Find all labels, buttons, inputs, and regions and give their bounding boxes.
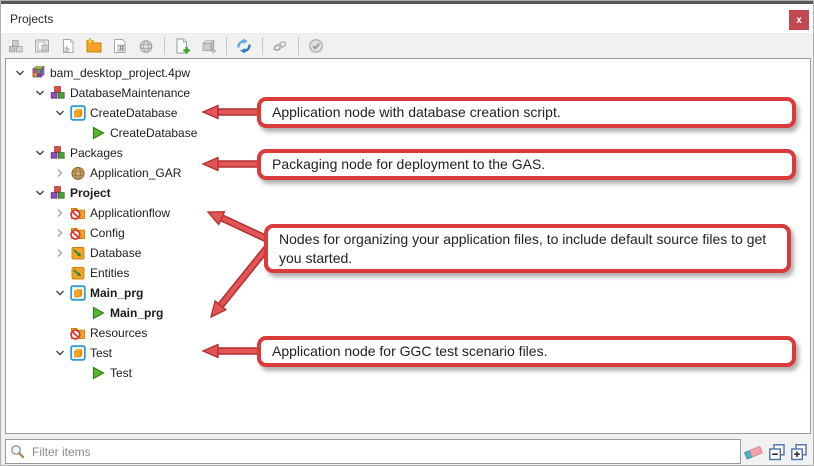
chevron-down-icon[interactable] [32, 85, 48, 101]
excluded-folder-icon [70, 225, 86, 241]
callout-create-database: Application node with database creation … [257, 97, 796, 128]
callout-test-scenario: Application node for GGC test scenario f… [257, 336, 796, 367]
application-node-icon [70, 285, 86, 301]
tree-item-label: Applicationflow [90, 206, 170, 220]
chevron-right-icon[interactable] [52, 245, 68, 261]
callout-organizing-nodes: Nodes for organizing your application fi… [264, 224, 791, 273]
source-folder-icon [70, 265, 86, 281]
tree-item-label: bam_desktop_project.4pw [50, 66, 190, 80]
expander-spacer [72, 365, 88, 381]
callout-packaging: Packaging node for deployment to the GAS… [257, 149, 796, 180]
add-file-icon[interactable] [172, 36, 192, 56]
excluded-folder-icon [70, 325, 86, 341]
chevron-down-icon[interactable] [52, 285, 68, 301]
group-node-icon [50, 145, 66, 161]
filter-input[interactable] [5, 439, 741, 464]
search-icon [10, 444, 25, 459]
new-from-template-icon[interactable] [58, 36, 78, 56]
clear-filter-eraser-icon[interactable] [743, 443, 765, 461]
panel-title: Projects [10, 12, 53, 26]
chevron-down-icon[interactable] [52, 105, 68, 121]
source-folder-icon [70, 245, 86, 261]
tree-item-label: Packages [70, 146, 123, 160]
callout-text: Application node with database creation … [272, 103, 561, 122]
tree-item-label: Entities [90, 266, 129, 280]
projects-panel: Projects x bam_desktop_project.4pw Datab… [0, 0, 814, 466]
expander-spacer [52, 325, 68, 341]
chevron-down-icon[interactable] [12, 65, 28, 81]
close-button[interactable]: x [789, 10, 809, 30]
tree-item-label: Test [110, 366, 132, 380]
tree-item-bam-desktop-project[interactable]: bam_desktop_project.4pw [6, 63, 810, 83]
group-node-icon [50, 185, 66, 201]
expander-spacer [72, 305, 88, 321]
tree-item-main-prg-program[interactable]: Main_prg [6, 303, 810, 323]
application-node-icon [70, 105, 86, 121]
filter-bar [5, 439, 741, 464]
tree-item-label: Application_GAR [90, 166, 181, 180]
expand-all-icon[interactable] [790, 443, 808, 461]
tree-item-main-prg[interactable]: Main_prg [6, 283, 810, 303]
tree-item-label: Config [90, 226, 125, 240]
chevron-right-icon[interactable] [52, 225, 68, 241]
link-icon[interactable] [270, 36, 290, 56]
tree-item-label: Project [70, 186, 111, 200]
tree-item-label: DatabaseMaintenance [70, 86, 190, 100]
new-virtual-folder-icon[interactable] [110, 36, 130, 56]
tree-item-label: Test [90, 346, 112, 360]
gar-package-icon [70, 165, 86, 181]
new-project-icon[interactable] [6, 36, 26, 56]
tree-item-label: Resources [90, 326, 147, 340]
expander-spacer [72, 125, 88, 141]
tree-item-label: CreateDatabase [90, 106, 177, 120]
chevron-down-icon[interactable] [32, 185, 48, 201]
projects-toolbar [1, 34, 813, 58]
panel-titlebar: Projects x [1, 4, 813, 34]
toolbar-separator [164, 37, 165, 55]
chevron-down-icon[interactable] [32, 145, 48, 161]
toolbar-separator [226, 37, 227, 55]
group-node-icon [50, 85, 66, 101]
chevron-right-icon[interactable] [52, 205, 68, 221]
new-package-icon[interactable] [136, 36, 156, 56]
chevron-down-icon[interactable] [52, 345, 68, 361]
callout-text: Application node for GGC test scenario f… [272, 342, 547, 361]
excluded-folder-icon [70, 205, 86, 221]
refresh-icon[interactable] [234, 36, 254, 56]
toolbar-separator [298, 37, 299, 55]
project-cube-icon [30, 65, 46, 81]
validate-icon[interactable] [306, 36, 326, 56]
collapse-all-icon[interactable] [768, 443, 786, 461]
program-icon [90, 365, 106, 381]
program-icon [90, 305, 106, 321]
toolbar-separator [262, 37, 263, 55]
application-node-icon [70, 345, 86, 361]
expander-spacer [52, 265, 68, 281]
new-group-icon[interactable] [84, 36, 104, 56]
tree-item-applicationflow[interactable]: Applicationflow [6, 203, 810, 223]
tree-item-label: Main_prg [110, 306, 163, 320]
chevron-right-icon[interactable] [52, 165, 68, 181]
program-icon [90, 125, 106, 141]
tree-item-label: CreateDatabase [110, 126, 197, 140]
tree-item-label: Database [90, 246, 141, 260]
tree-item-label: Main_prg [90, 286, 143, 300]
tree-item-project[interactable]: Project [6, 183, 810, 203]
callout-text: Packaging node for deployment to the GAS… [272, 155, 545, 174]
callout-text: Nodes for organizing your application fi… [279, 230, 776, 268]
add-package-node-icon[interactable] [198, 36, 218, 56]
open-project-icon[interactable] [32, 36, 52, 56]
